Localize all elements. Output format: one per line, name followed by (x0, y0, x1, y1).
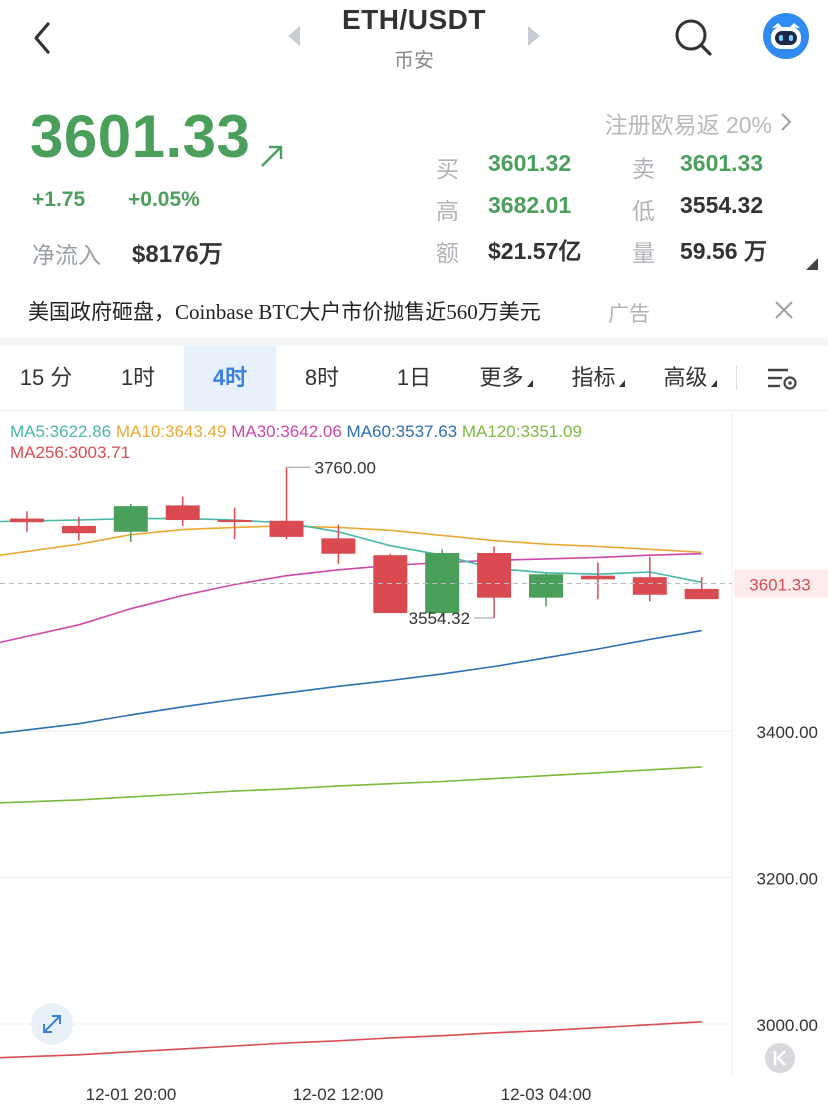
last-price: 3601.33 (30, 103, 251, 170)
ma-legend-row-2: MA256:3003.71 (10, 443, 130, 463)
dropdown-corner-icon (526, 380, 533, 387)
low-label: 低 (632, 198, 655, 224)
tab-8h[interactable]: 8时 (276, 346, 368, 410)
expand-corner-icon[interactable] (806, 258, 818, 270)
candle-body (580, 575, 615, 580)
candle-body (165, 505, 200, 521)
promo-link[interactable]: 注册欧易返 20% (560, 106, 772, 140)
interval-tabs: 15 分 1时 4时 8时 1日 更多 指标 高级 (0, 346, 828, 411)
tab-15m[interactable]: 15 分 (0, 346, 92, 410)
candle-body (217, 520, 252, 523)
candle-body (61, 525, 96, 534)
kline-chart[interactable]: 3400.00 3200.00 3000.00 12-01 20:00 12-02 12… (0, 410, 828, 1104)
ma120-legend: MA120:3351.09 (461, 422, 582, 441)
volume-value: 59.56 万 (680, 238, 767, 264)
amount-label: 额 (436, 240, 459, 266)
ma30-legend: MA30:3642.06 (231, 422, 342, 441)
tab-separator (736, 366, 737, 390)
search-icon[interactable] (672, 16, 714, 58)
ma256-legend: MA256:3003.71 (10, 443, 131, 462)
section-divider (0, 338, 828, 346)
change-pct: +0.05% (128, 188, 200, 211)
tab-1h[interactable]: 1时 (92, 346, 184, 410)
fullscreen-expand-icon[interactable] (30, 1002, 74, 1046)
y-tick-label: 3200.00 (757, 870, 818, 889)
ma60-line (0, 629, 702, 734)
tab-more-label: 更多 (479, 365, 524, 390)
x-tick-label: 12-02 12:00 (293, 1085, 384, 1104)
close-icon[interactable] (772, 298, 796, 322)
kline-chart-svg[interactable]: 3400.00 3200.00 3000.00 12-01 20:00 12-02 12… (0, 410, 828, 1104)
next-pair-icon[interactable] (528, 26, 540, 46)
ma-legend-row-1: MA5:3622.86 MA10:3643.49 MA30:3642.06 MA… (10, 422, 582, 442)
x-tick-label: 12-03 04:00 (501, 1085, 592, 1104)
current-price-label: 3601.33 (749, 576, 810, 595)
candle-body (529, 574, 563, 598)
ad-label: 广告 (608, 303, 650, 326)
dropdown-corner-icon (618, 380, 625, 387)
chart-settings-icon[interactable] (766, 366, 798, 392)
tab-indicators[interactable]: 指标 (552, 346, 644, 410)
up-arrow-icon (261, 145, 283, 167)
low-marker-label: 3554.32 (409, 609, 470, 628)
chevron-right-icon[interactable] (778, 109, 794, 135)
tab-advanced[interactable]: 高级 (644, 346, 736, 410)
net-inflow-label: 净流入 (32, 242, 101, 268)
low-value: 3554.32 (680, 192, 764, 218)
news-headline[interactable]: 美国政府砸盘，Coinbase BTC大户市价抛售近560万美元 (28, 296, 541, 326)
x-tick-label: 12-01 20:00 (86, 1085, 177, 1104)
volume-label: 量 (632, 240, 655, 266)
net-inflow-value: $8176万 (132, 241, 223, 268)
ask-label: 卖 (632, 156, 655, 182)
dropdown-corner-icon (710, 380, 717, 387)
high-marker-label: 3760.00 (315, 458, 376, 477)
candle-body (477, 553, 512, 598)
bid-value: 3601.32 (488, 150, 572, 176)
tab-indicators-label: 指标 (571, 365, 616, 390)
tab-advanced-label: 高级 (663, 365, 708, 390)
y-tick-label: 3400.00 (757, 723, 818, 742)
candle-body (321, 538, 356, 554)
tab-more[interactable]: 更多 (460, 346, 552, 410)
candle-body (10, 518, 44, 523)
bid-label: 买 (436, 156, 459, 182)
scroll-to-latest-icon[interactable] (764, 1042, 796, 1074)
high-value: 3682.01 (488, 192, 572, 218)
ma120-line (0, 766, 702, 804)
change-abs: +1.75 (32, 188, 86, 211)
ma30-line (0, 552, 702, 644)
amount-value: $21.57亿 (488, 238, 582, 264)
ma10-legend: MA10:3643.49 (115, 422, 227, 441)
tab-4h[interactable]: 4时 (184, 346, 276, 410)
tab-1d[interactable]: 1日 (368, 346, 460, 410)
candle-body (373, 555, 408, 614)
ma60-legend: MA60:3537.63 (346, 422, 458, 441)
y-tick-label: 3000.00 (757, 1016, 818, 1035)
avatar-robot-icon[interactable] (762, 12, 810, 60)
ma256-line (0, 1021, 702, 1059)
candle-body (684, 588, 719, 600)
candle-body (113, 506, 148, 532)
high-label: 高 (436, 198, 459, 224)
candle-body (269, 520, 304, 537)
ma5-legend: MA5:3622.86 (10, 422, 112, 441)
candle-body (632, 577, 667, 595)
ask-value: 3601.33 (680, 150, 764, 176)
